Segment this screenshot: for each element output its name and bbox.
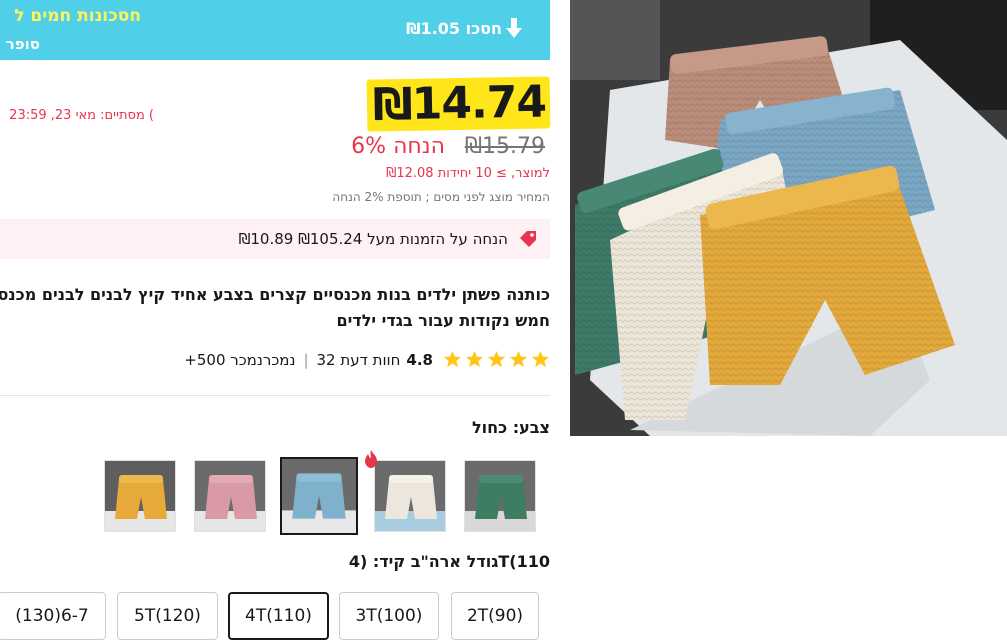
color-label: צבע: כחול	[471, 418, 550, 437]
sale-end-timer: מסתיים: מאי 23, 23:59 (	[9, 108, 154, 123]
coupon-text: ₪10.89 הנחה על הזמנות מעל ₪105.24	[238, 230, 508, 248]
color-swatch-white[interactable]	[374, 460, 446, 532]
promo-banner[interactable]: חסכונות חמים ל סופר ₪1.05 חסכו	[0, 0, 550, 60]
star-icon	[487, 350, 506, 368]
size-option-5t[interactable]: 5T(120)	[117, 592, 218, 640]
color-swatch-pink[interactable]	[194, 460, 266, 532]
separator: |	[303, 350, 309, 369]
promo-subtitle: סופר	[5, 35, 40, 53]
shorts-thumbnail	[105, 461, 175, 531]
current-price: ₪14.74	[372, 76, 547, 131]
shorts-thumbnail	[195, 461, 265, 531]
shorts-thumbnail	[465, 461, 535, 531]
shorts-thumbnail	[375, 461, 445, 531]
star-icon	[509, 350, 528, 368]
product-title-line: חמש נקודות עבור בגדי ילדים	[336, 311, 550, 330]
rating-row[interactable]: 4.8 32 חוות דעת | +500 נמכרנמכר	[184, 350, 550, 369]
promo-title: חסכונות חמים ל	[14, 6, 141, 26]
size-option-3t[interactable]: 3T(100)	[339, 592, 439, 640]
product-title: כותנה פשתן ילדים בנות מכנסיים קצרים בצבע…	[0, 282, 550, 334]
arrow-down-icon	[506, 18, 522, 38]
main-product-image[interactable]	[570, 0, 1007, 436]
shorts-thumbnail	[282, 459, 356, 533]
tag-icon	[520, 231, 536, 247]
color-swatch-blue[interactable]	[280, 457, 358, 535]
review-count[interactable]: 32 חוות דעת	[317, 351, 401, 369]
color-swatch-green[interactable]	[464, 460, 536, 532]
star-icon	[531, 350, 550, 368]
size-option-2t[interactable]: 2T(90)	[451, 592, 539, 640]
savings-text: ₪1.05 חסכו	[406, 18, 502, 38]
star-icon	[443, 350, 462, 368]
original-price: ₪15.79	[464, 134, 545, 159]
product-title-line: כותנה פשתן ילדים בנות מכנסיים קצרים בצבע…	[0, 285, 550, 304]
tax-note: המחיר מוצג לפני מסים ; תוספת 2% הנחה	[332, 190, 550, 204]
size-label: גודל ארה"ב קיד: (4T(110	[348, 552, 550, 571]
color-swatch-yellow[interactable]	[104, 460, 176, 532]
price-highlight: ₪14.74	[366, 76, 551, 132]
rating-stars	[443, 350, 550, 369]
rating-value: 4.8	[406, 350, 433, 369]
sold-count: +500 נמכרנמכר	[184, 350, 296, 369]
star-icon	[465, 350, 484, 368]
savings-badge: ₪1.05 חסכו	[406, 18, 522, 38]
section-divider	[0, 395, 550, 396]
discount-label: 6% הנחה	[351, 134, 445, 159]
size-option-6-7[interactable]: (130)6-7	[0, 592, 106, 640]
size-option-4t[interactable]: 4T(110)	[228, 592, 329, 640]
coupon-bar[interactable]: ₪10.89 הנחה על הזמנות מעל ₪105.24	[0, 219, 550, 259]
fire-icon	[365, 450, 377, 468]
tier-price: ₪12.08 למוצר, ≥ 10 יחידות	[386, 166, 550, 181]
product-photo	[570, 0, 1007, 436]
